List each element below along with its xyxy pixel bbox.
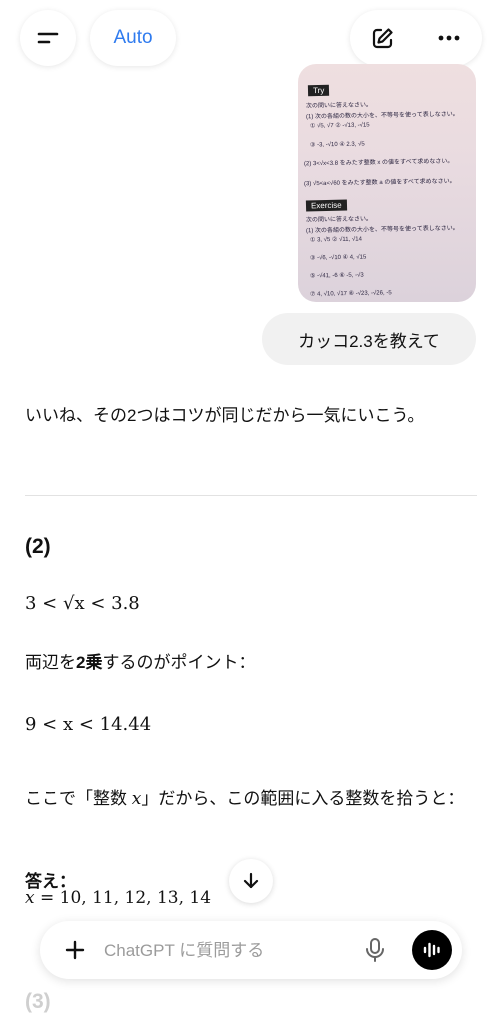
photo-line: ③ -3, -√10 ④ 2.3, √5: [309, 141, 365, 149]
section-heading-3: (3): [25, 990, 51, 1013]
more-options-button[interactable]: [427, 16, 471, 60]
voice-mode-button[interactable]: [412, 930, 452, 970]
photo-try-tag: Try: [307, 84, 330, 97]
photo-line: (1) 次の各組の数の大小を、不等号を使って表しなさい。: [305, 111, 459, 121]
photo-line: ③ -√6, -√10 ④ 4, √15: [309, 254, 367, 262]
hint-text-a: 両辺を: [25, 653, 76, 672]
uploaded-photo[interactable]: Try 次の問いに答えなさい。 (1) 次の各組の数の大小を、不等号を使って表し…: [298, 64, 476, 302]
hint-text-b: するのがポイント：: [102, 653, 256, 672]
photo-line: (2) 3<√x<3.8 をみたす整数 x の値をすべて求めなさい。: [303, 158, 454, 168]
header-actions: [350, 10, 482, 66]
photo-line: (1) 次の各組の数の大小を、不等号を使って表しなさい。: [305, 225, 459, 235]
inequality-squared-text: 9 < x < 14.44: [25, 714, 152, 735]
photo-line: ① 3, √5 ② √11, √14: [309, 236, 362, 244]
inequality-sqrt-text: 3 < √x < 3.8: [25, 593, 140, 614]
message-composer: [40, 921, 462, 979]
new-chat-button[interactable]: [361, 16, 405, 60]
more-icon: [438, 35, 460, 41]
mic-icon: [366, 938, 384, 962]
photo-line: 次の問いに答えなさい。: [305, 216, 373, 224]
explanation-text-a: ここで「整数: [25, 789, 132, 808]
user-message-text: カッコ2.3を教えて: [298, 331, 440, 351]
scroll-to-bottom-button[interactable]: [229, 859, 273, 903]
section-heading-2: (2): [25, 535, 51, 558]
user-message-bubble: カッコ2.3を教えて: [262, 313, 476, 365]
attach-button[interactable]: [58, 933, 92, 967]
photo-line: ⑦ 4, √10, √17 ⑧ -√23, -√26, -5: [309, 290, 392, 298]
plus-icon: [65, 940, 85, 960]
hint-bold: 2乗: [76, 653, 103, 672]
assistant-intro-text: いいね、その2つはコツが同じだから一気にいこう。: [25, 406, 425, 425]
photo-line: (3) √5<a<√60 をみたす整数 a の値をすべて求めなさい。: [303, 178, 456, 188]
model-selector-button[interactable]: Auto: [90, 10, 176, 66]
photo-line: ① √5, √7 ② -√13, -√15: [309, 122, 370, 130]
hint-paragraph: 両辺を2乗するのがポイント：: [25, 648, 255, 677]
photo-line: ⑤ -√41, -6 ⑥ -5, -√3: [309, 272, 364, 280]
edit-icon: [372, 28, 393, 49]
menu-icon: [37, 32, 59, 44]
inequality-sqrt: 3 < √x < 3.8: [25, 593, 140, 614]
inequality-squared: 9 < x < 14.44: [25, 714, 151, 735]
variable-x: x: [131, 789, 142, 809]
photo-line: 次の問いに答えなさい。: [305, 102, 373, 110]
divider: [25, 495, 477, 496]
menu-button[interactable]: [20, 10, 76, 66]
arrow-down-icon: [243, 872, 259, 889]
photo-exercise-tag: Exercise: [305, 199, 347, 212]
explanation-paragraph: ここで「整数 x」だから、この範囲に入る整数を拾うと：: [25, 784, 465, 814]
message-input[interactable]: [102, 935, 346, 967]
explanation-text-b: 」だから、この範囲に入る整数を拾うと：: [141, 789, 465, 808]
model-label: Auto: [113, 27, 153, 48]
voice-mode-icon: [423, 942, 440, 958]
dictation-button[interactable]: [358, 933, 392, 967]
